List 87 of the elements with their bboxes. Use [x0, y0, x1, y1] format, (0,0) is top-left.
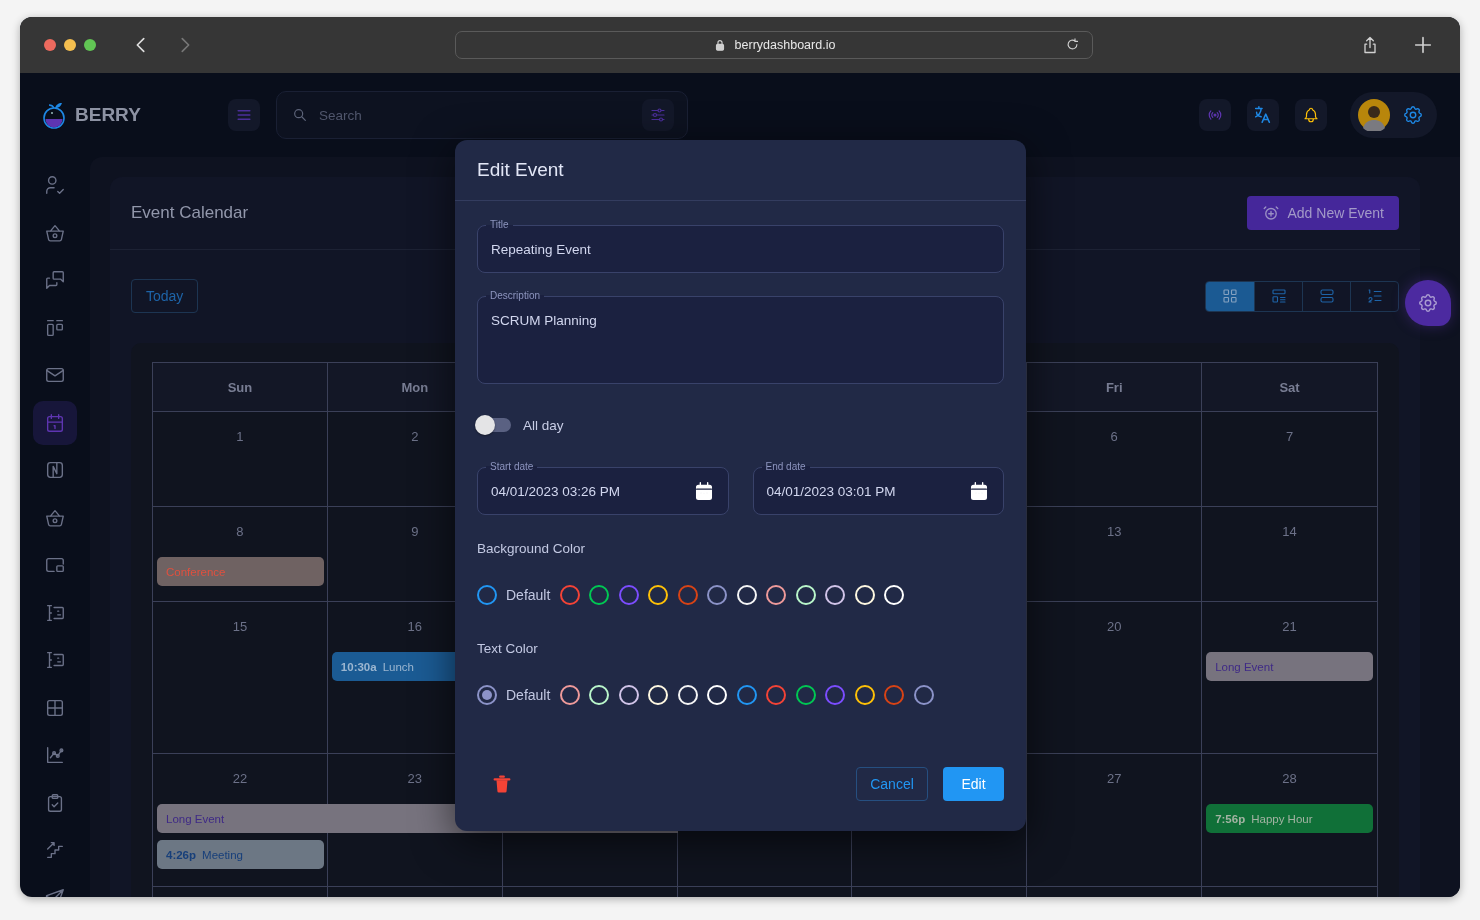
trash-icon [491, 773, 513, 795]
close-window-button[interactable] [44, 39, 56, 51]
color-radio[interactable] [677, 585, 698, 605]
minimize-window-button[interactable] [64, 39, 76, 51]
day-number: 23 [407, 771, 422, 787]
day-number: 7 [1285, 429, 1294, 445]
color-radio[interactable] [854, 685, 875, 705]
color-radio[interactable] [618, 585, 639, 605]
weekday-header-cell: Sun [153, 363, 328, 411]
field-label: Start date [486, 460, 538, 473]
delete-button[interactable] [491, 773, 513, 795]
calendar-icon[interactable] [968, 480, 990, 502]
chart-icon [44, 744, 66, 766]
color-radio[interactable] [707, 585, 728, 605]
rows-icon [1317, 287, 1336, 305]
day-number: 1 [236, 429, 244, 445]
color-radio[interactable] [766, 585, 787, 605]
weekday-header-cell: Sat [1202, 363, 1377, 411]
contact-icon [44, 649, 66, 671]
day-number: 2 [411, 429, 419, 445]
color-radio[interactable] [648, 585, 669, 605]
field-label: Description [486, 289, 545, 302]
color-radio[interactable]: Default [477, 585, 551, 605]
calendar-event[interactable]: Long Event [1206, 652, 1373, 681]
day-number: 21 [1282, 619, 1297, 635]
today-button[interactable]: Today [131, 279, 199, 313]
color-radio[interactable] [559, 685, 580, 705]
section-label: Background Color [477, 541, 587, 556]
add-event-button[interactable]: Add New Event [1246, 196, 1399, 230]
all-day-label: All day [523, 417, 564, 433]
color-radio[interactable] [795, 685, 816, 705]
logo-text: BERRY [75, 104, 141, 126]
dialog-title: Edit Event [477, 159, 564, 181]
color-radio[interactable] [913, 685, 934, 705]
field-label: End date [761, 460, 810, 473]
weekday-header-cell: Fri [1027, 363, 1203, 411]
all-day-switch[interactable] [475, 415, 511, 435]
color-radio[interactable] [825, 685, 846, 705]
search-field[interactable]: Search [276, 91, 688, 139]
day-number: 20 [1106, 619, 1122, 635]
day-number: 28 [1282, 771, 1297, 787]
color-radio[interactable] [618, 685, 639, 705]
sidebar-item[interactable] [33, 400, 77, 445]
color-radio[interactable] [736, 685, 757, 705]
settings-icon [1402, 104, 1424, 126]
address-bar[interactable]: berrydashboard.io [455, 31, 1093, 59]
color-radio[interactable] [589, 585, 610, 605]
day-number: 16 [407, 619, 422, 635]
day-number: 22 [232, 771, 248, 787]
edit-button[interactable]: Edit [943, 767, 1004, 801]
color-radio[interactable] [766, 685, 787, 705]
cancel-button[interactable]: Cancel [856, 767, 928, 801]
bell-icon [1302, 106, 1320, 124]
maximize-window-button[interactable] [84, 39, 96, 51]
avatar [1358, 99, 1390, 131]
user-check-icon [44, 174, 66, 196]
day-number: 9 [411, 524, 419, 540]
day-number: 6 [1110, 429, 1118, 445]
calendar-icon [44, 411, 66, 434]
day-number: 8 [236, 524, 244, 540]
color-radio[interactable] [559, 585, 580, 605]
color-radio[interactable] [884, 685, 905, 705]
grid-icon [1221, 287, 1239, 305]
section-label: Text Color [477, 641, 539, 656]
profile-button[interactable] [1350, 92, 1437, 138]
search-icon [292, 107, 308, 123]
new-tab-icon[interactable] [1412, 34, 1434, 56]
translate-button[interactable] [1247, 99, 1279, 131]
settings-icon [1417, 292, 1439, 314]
color-radio[interactable] [825, 585, 846, 605]
reload-icon[interactable] [1065, 37, 1080, 52]
view-button[interactable] [1206, 281, 1254, 311]
square-n-icon [44, 459, 66, 481]
notifications-button[interactable] [1295, 99, 1327, 131]
day-number: 14 [1282, 524, 1297, 540]
day-number: 27 [1106, 771, 1122, 787]
stairs-icon [44, 839, 66, 861]
logo-icon [42, 100, 68, 130]
color-radio[interactable]: Default [477, 685, 551, 705]
chat-icon [44, 269, 66, 291]
calendar-event[interactable]: 7:56p Happy Hour [1206, 804, 1373, 833]
list-details-icon [1269, 287, 1288, 305]
day-number: 13 [1106, 524, 1122, 540]
field-label: Title [486, 218, 513, 231]
day-number: 15 [232, 619, 248, 635]
alarm-plus-icon [1261, 204, 1280, 222]
page-title: Event Calendar [131, 203, 249, 223]
